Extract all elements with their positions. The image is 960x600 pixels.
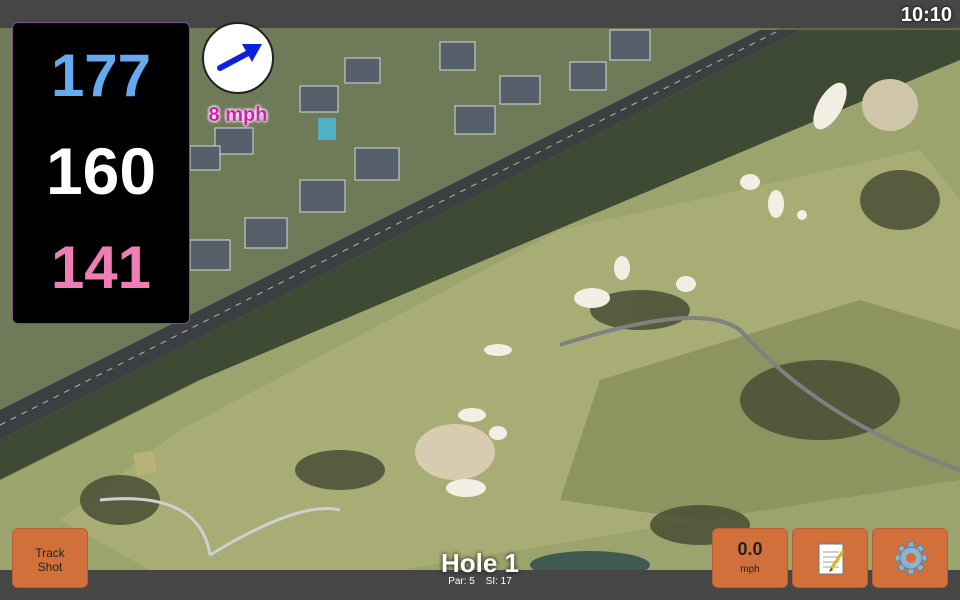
speed-value: 0.0 — [737, 539, 763, 559]
track-shot-label-line2: Shot — [37, 560, 63, 574]
speed-button[interactable]: 0.0 mph — [712, 528, 788, 588]
scorecard-button[interactable] — [792, 528, 868, 588]
hole-info: Par: 5 SI: 17 — [380, 576, 580, 587]
wind-speed: 8 mph — [208, 104, 268, 126]
speed-unit: mph — [740, 564, 760, 575]
back-distance: 177 — [50, 42, 152, 109]
settings-button[interactable] — [872, 528, 948, 588]
wind-arrow-icon — [217, 44, 262, 71]
front-distance: 141 — [50, 234, 152, 301]
track-shot-label-line1: Track — [35, 546, 65, 560]
track-shot-button[interactable]: Track Shot — [12, 528, 88, 588]
gear-icon — [894, 541, 928, 575]
wind-indicator — [202, 22, 274, 94]
clock: 10:10 — [900, 4, 952, 26]
middle-distance: 160 — [45, 134, 157, 208]
hole-title: Hole 1 — [440, 548, 520, 578]
hole-stroke-index: SI: 17 — [485, 576, 512, 587]
hole-par: Par: 5 — [448, 576, 475, 587]
distance-panel: 177 160 141 — [12, 22, 190, 324]
notepad-icon — [818, 543, 845, 575]
